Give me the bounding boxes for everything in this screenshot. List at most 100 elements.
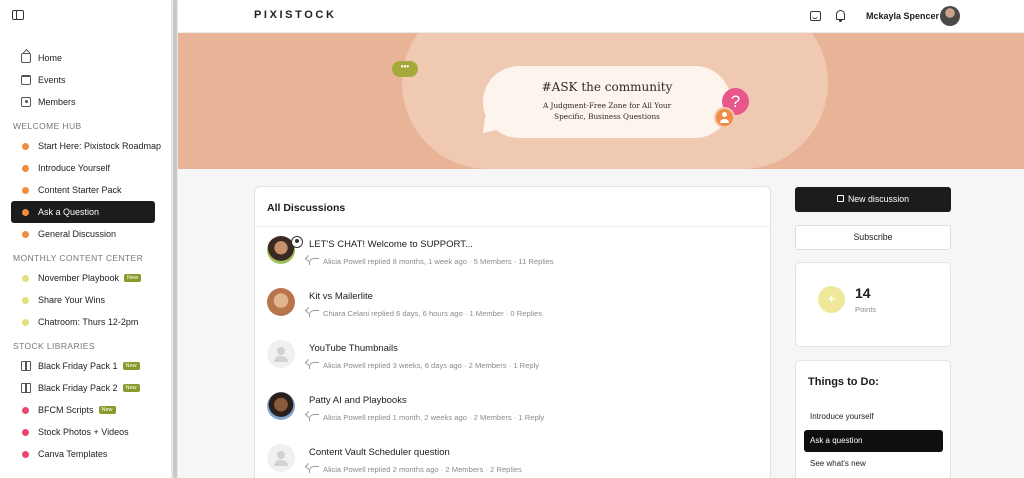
pinned-icon bbox=[291, 236, 303, 248]
points-value: 14 bbox=[855, 285, 871, 301]
discussion-row[interactable]: YouTube Thumbnails Alicia Powell replied… bbox=[255, 331, 770, 383]
sidebar-item-black-friday-pack-1[interactable]: Black Friday Pack 1 New bbox=[0, 355, 171, 377]
gift-icon bbox=[21, 361, 31, 371]
sidebar-item-general-discussion[interactable]: General Discussion bbox=[0, 223, 171, 245]
sidebar-item-chatroom[interactable]: Chatroom: Thurs 12-2pm bbox=[0, 311, 171, 333]
discussion-title[interactable]: YouTube Thumbnails bbox=[309, 343, 398, 354]
points-label: Points bbox=[855, 305, 877, 314]
sidebar-item-canva-templates[interactable]: Canva Templates bbox=[0, 443, 171, 465]
sidebar-item-start-here[interactable]: Start Here: Pixistock Roadmap bbox=[0, 135, 171, 157]
inbox-icon[interactable] bbox=[810, 11, 821, 21]
reply-icon bbox=[309, 310, 319, 317]
calendar-icon bbox=[21, 75, 31, 85]
discussion-row[interactable]: Content Vault Scheduler question Alicia … bbox=[255, 435, 770, 478]
orange-dot-icon bbox=[22, 142, 29, 150]
points-plus-icon: + bbox=[818, 286, 845, 313]
banner-title: #ASK the community bbox=[541, 80, 673, 94]
new-discussion-button[interactable]: New discussion bbox=[795, 187, 951, 212]
sidebar-item-label: Ask a Question bbox=[38, 207, 100, 217]
sidebar-item-label: General Discussion bbox=[38, 229, 117, 239]
discussion-title[interactable]: Kit vs Mailerlite bbox=[309, 291, 373, 302]
discussions-heading: All Discussions bbox=[255, 187, 770, 227]
sidebar-item-stock-photos[interactable]: Stock Photos + Videos bbox=[0, 421, 171, 443]
sidebar-item-content-starter-pack[interactable]: Content Starter Pack bbox=[0, 179, 171, 201]
discussions-card: All Discussions LET'S CHAT! Welcome to S… bbox=[254, 186, 771, 478]
gift-icon bbox=[21, 383, 31, 393]
todo-title: Things to Do: bbox=[808, 376, 879, 388]
sidebar-item-home[interactable]: Home bbox=[0, 47, 171, 69]
sidebar-item-label: Canva Templates bbox=[38, 449, 108, 459]
sidebar: Home Events Members WELCOME HUB Start He… bbox=[0, 0, 172, 478]
avatar[interactable] bbox=[267, 340, 295, 368]
sidebar-item-label: Home bbox=[38, 53, 63, 63]
section-heading-monthly-content: MONTHLY CONTENT CENTER bbox=[13, 253, 144, 263]
yellow-dot-icon bbox=[22, 274, 29, 282]
section-heading-welcome-hub: WELCOME HUB bbox=[13, 121, 82, 131]
scrollbar-thumb[interactable] bbox=[173, 0, 177, 478]
sidebar-item-ask-a-question[interactable]: Ask a Question bbox=[11, 201, 155, 223]
subscribe-button[interactable]: Subscribe bbox=[795, 225, 951, 250]
reply-icon bbox=[309, 362, 319, 369]
pink-dot-icon bbox=[22, 450, 29, 458]
sidebar-item-label: Members bbox=[38, 97, 76, 107]
avatar[interactable] bbox=[267, 392, 295, 420]
avatar[interactable] bbox=[267, 288, 295, 316]
things-to-do-card: Things to Do: Introduce yourself Ask a q… bbox=[795, 360, 951, 478]
new-badge: New bbox=[122, 362, 140, 370]
discussion-meta-text: Alicia Powell replied 8 months, 1 week a… bbox=[323, 257, 554, 266]
todo-item-introduce-yourself[interactable]: Introduce yourself bbox=[804, 406, 943, 428]
banner-subtitle-line: A Judgment-Free Zone for All Your bbox=[542, 101, 672, 110]
top-bar: PIXISTOCK Mckayla Spencer bbox=[178, 0, 1024, 33]
discussion-meta-text: Chiara Celani replied 6 days, 6 hours ag… bbox=[323, 309, 543, 318]
sidebar-item-label: Start Here: Pixistock Roadmap bbox=[38, 141, 162, 151]
members-icon bbox=[21, 97, 31, 107]
chat-dots-icon: ••• bbox=[392, 61, 418, 77]
sidebar-item-members[interactable]: Members bbox=[0, 91, 171, 113]
logo[interactable]: PIXISTOCK bbox=[254, 9, 337, 21]
discussion-row[interactable]: Kit vs Mailerlite Chiara Celani replied … bbox=[255, 279, 770, 331]
bell-icon[interactable] bbox=[836, 10, 845, 22]
sidebar-item-label: Share Your Wins bbox=[38, 295, 106, 305]
discussion-meta: Alicia Powell replied 1 month, 2 weeks a… bbox=[309, 413, 544, 422]
reply-icon bbox=[309, 414, 319, 421]
sidebar-item-black-friday-pack-2[interactable]: Black Friday Pack 2 New bbox=[0, 377, 171, 399]
discussion-row[interactable]: Patty AI and Playbooks Alicia Powell rep… bbox=[255, 383, 770, 435]
discussion-title[interactable]: Patty AI and Playbooks bbox=[309, 395, 407, 406]
sidebar-item-label: BFCM Scripts bbox=[38, 405, 94, 415]
sidebar-item-label: November Playbook bbox=[38, 273, 120, 283]
discussion-meta-text: Alicia Powell replied 1 month, 2 weeks a… bbox=[323, 413, 545, 422]
new-badge: New bbox=[124, 274, 142, 282]
orange-dot-icon bbox=[22, 208, 29, 216]
person-icon bbox=[714, 107, 735, 128]
todo-item-see-whats-new[interactable]: See what's new bbox=[804, 453, 943, 475]
home-icon bbox=[21, 53, 31, 63]
sidebar-item-label: Stock Photos + Videos bbox=[38, 427, 129, 437]
app: Home Events Members WELCOME HUB Start He… bbox=[0, 0, 1024, 478]
discussion-meta: Alicia Powell replied 3 weeks, 6 days ag… bbox=[309, 361, 539, 370]
sidebar-item-events[interactable]: Events bbox=[0, 69, 171, 91]
yellow-dot-icon bbox=[22, 318, 29, 326]
new-discussion-label: New discussion bbox=[847, 194, 910, 204]
sidebar-item-november-playbook[interactable]: November Playbook New bbox=[0, 267, 171, 289]
avatar[interactable] bbox=[267, 444, 295, 472]
discussion-title[interactable]: Content Vault Scheduler question bbox=[309, 447, 450, 458]
user-name[interactable]: Mckayla Spencer bbox=[866, 11, 939, 21]
sidebar-item-label: Introduce Yourself bbox=[38, 163, 111, 173]
avatar[interactable] bbox=[940, 6, 960, 26]
sidebar-item-label: Content Starter Pack bbox=[38, 185, 122, 195]
discussion-row[interactable]: LET'S CHAT! Welcome to SUPPORT... Alicia… bbox=[255, 227, 770, 279]
sidebar-item-bfcm-scripts[interactable]: BFCM Scripts New bbox=[0, 399, 171, 421]
banner: #ASK the community A Judgment-Free Zone … bbox=[178, 33, 1024, 169]
sidebar-item-label: Black Friday Pack 1 bbox=[38, 361, 118, 371]
sidebar-item-label: Events bbox=[38, 75, 66, 85]
todo-item-ask-a-question[interactable]: Ask a question bbox=[804, 430, 943, 452]
sidebar-toggle-icon[interactable] bbox=[12, 10, 24, 20]
points-card: + 14 Points bbox=[795, 262, 951, 347]
discussion-meta: Alicia Powell replied 2 months ago · 2 M… bbox=[309, 465, 522, 474]
sidebar-item-share-your-wins[interactable]: Share Your Wins bbox=[0, 289, 171, 311]
discussion-title[interactable]: LET'S CHAT! Welcome to SUPPORT... bbox=[309, 239, 473, 250]
sidebar-item-introduce-yourself[interactable]: Introduce Yourself bbox=[0, 157, 171, 179]
orange-dot-icon bbox=[22, 186, 29, 194]
section-heading-stock-libraries: STOCK LIBRARIES bbox=[13, 341, 95, 351]
discussion-meta-text: Alicia Powell replied 2 months ago · 2 M… bbox=[323, 465, 522, 474]
